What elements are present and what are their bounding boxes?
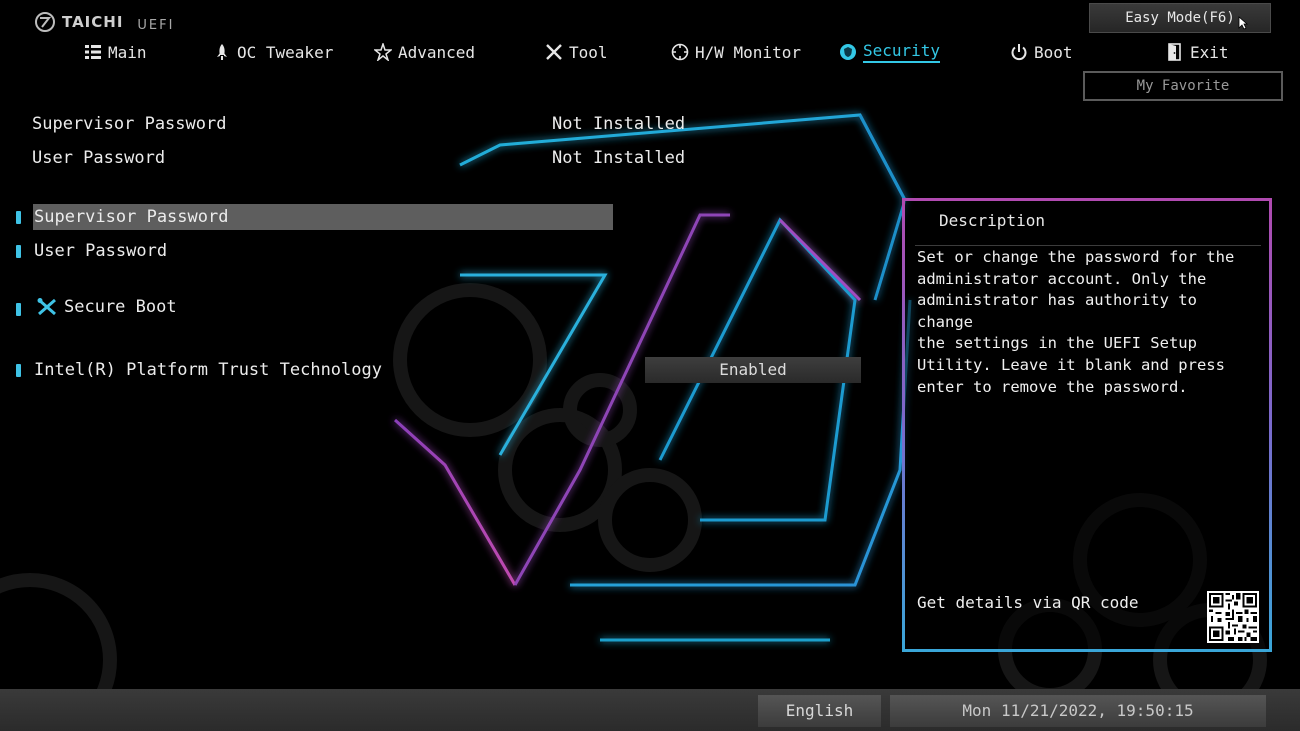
star-icon <box>374 43 392 61</box>
tab-main[interactable]: Main <box>84 40 147 64</box>
mouse-cursor-icon <box>1238 16 1248 30</box>
taichi-logo: TAICHI UEFI <box>34 10 174 33</box>
tab-tool-label: Tool <box>569 42 608 62</box>
tab-exit[interactable]: Exit <box>1166 40 1229 64</box>
tools-icon <box>546 44 562 60</box>
tools-icon <box>37 298 56 316</box>
taichi-logo-icon <box>35 11 55 32</box>
item-marker <box>16 364 21 377</box>
tab-boot[interactable]: Boot <box>1010 40 1073 64</box>
power-icon <box>1011 44 1027 61</box>
tab-advanced[interactable]: Advanced <box>374 40 475 64</box>
qr-code-icon[interactable] <box>1207 591 1259 643</box>
language-button[interactable]: English <box>758 695 881 727</box>
datetime-label: Mon 11/21/2022, 19:50:15 <box>962 701 1194 720</box>
item-marker <box>16 245 21 258</box>
tab-hw-monitor[interactable]: H/W Monitor <box>671 40 801 64</box>
item-marker <box>16 303 21 316</box>
shield-icon <box>840 44 856 60</box>
menu-item-supervisor-password[interactable]: Supervisor Password <box>34 207 228 227</box>
tab-security-label: Security <box>863 41 941 63</box>
menu-marker-2 <box>0 245 21 258</box>
description-panel: Description Set or change the password f… <box>902 198 1272 652</box>
tab-tool[interactable]: Tool <box>545 40 608 64</box>
description-text: Set or change the password for the admin… <box>917 248 1235 396</box>
language-label: English <box>785 701 854 720</box>
tab-hw-monitor-label: H/W Monitor <box>695 42 801 62</box>
menu-marker-1 <box>0 211 21 224</box>
tab-oc-tweaker[interactable]: OC Tweaker <box>213 40 333 64</box>
supervisor-password-status-label: Supervisor Password <box>32 114 227 134</box>
tab-boot-label: Boot <box>1034 42 1073 62</box>
crosshair-icon <box>671 43 689 61</box>
brand-suffix: UEFI <box>137 18 175 33</box>
tab-advanced-label: Advanced <box>398 42 476 62</box>
menu-marker-4 <box>0 364 21 377</box>
rocket-icon <box>217 44 227 60</box>
list-icon <box>85 45 101 59</box>
user-password-status-value: Not Installed <box>552 148 686 168</box>
ptt-value-dropdown[interactable]: Enabled <box>645 357 861 383</box>
qr-label: Get details via QR code <box>917 593 1139 612</box>
user-password-status-label: User Password <box>32 148 166 168</box>
secure-boot-label: Secure Boot <box>64 297 177 317</box>
supervisor-password-status-value: Not Installed <box>552 114 686 134</box>
easy-mode-button[interactable]: Easy Mode(F6) <box>1089 3 1271 33</box>
tab-security[interactable]: Security <box>839 40 941 64</box>
description-divider <box>915 245 1261 246</box>
menu-item-secure-boot[interactable]: Secure Boot <box>36 297 177 317</box>
ptt-value: Enabled <box>719 360 787 379</box>
my-favorite-label: My Favorite <box>1136 78 1230 94</box>
my-favorite-button[interactable]: My Favorite <box>1083 71 1283 101</box>
item-marker <box>16 211 21 224</box>
menu-item-user-password[interactable]: User Password <box>34 241 167 261</box>
tab-oc-tweaker-label: OC Tweaker <box>237 42 334 62</box>
tab-main-label: Main <box>108 42 147 62</box>
door-icon <box>1168 43 1181 61</box>
tab-exit-label: Exit <box>1190 42 1229 62</box>
brand-name: TAICHI <box>62 12 124 31</box>
easy-mode-label: Easy Mode(F6) <box>1125 10 1235 26</box>
description-title: Description <box>939 211 1045 230</box>
menu-marker-3 <box>0 303 21 316</box>
menu-item-intel-ptt[interactable]: Intel(R) Platform Trust Technology <box>34 360 382 380</box>
datetime-display: Mon 11/21/2022, 19:50:15 <box>890 695 1266 727</box>
